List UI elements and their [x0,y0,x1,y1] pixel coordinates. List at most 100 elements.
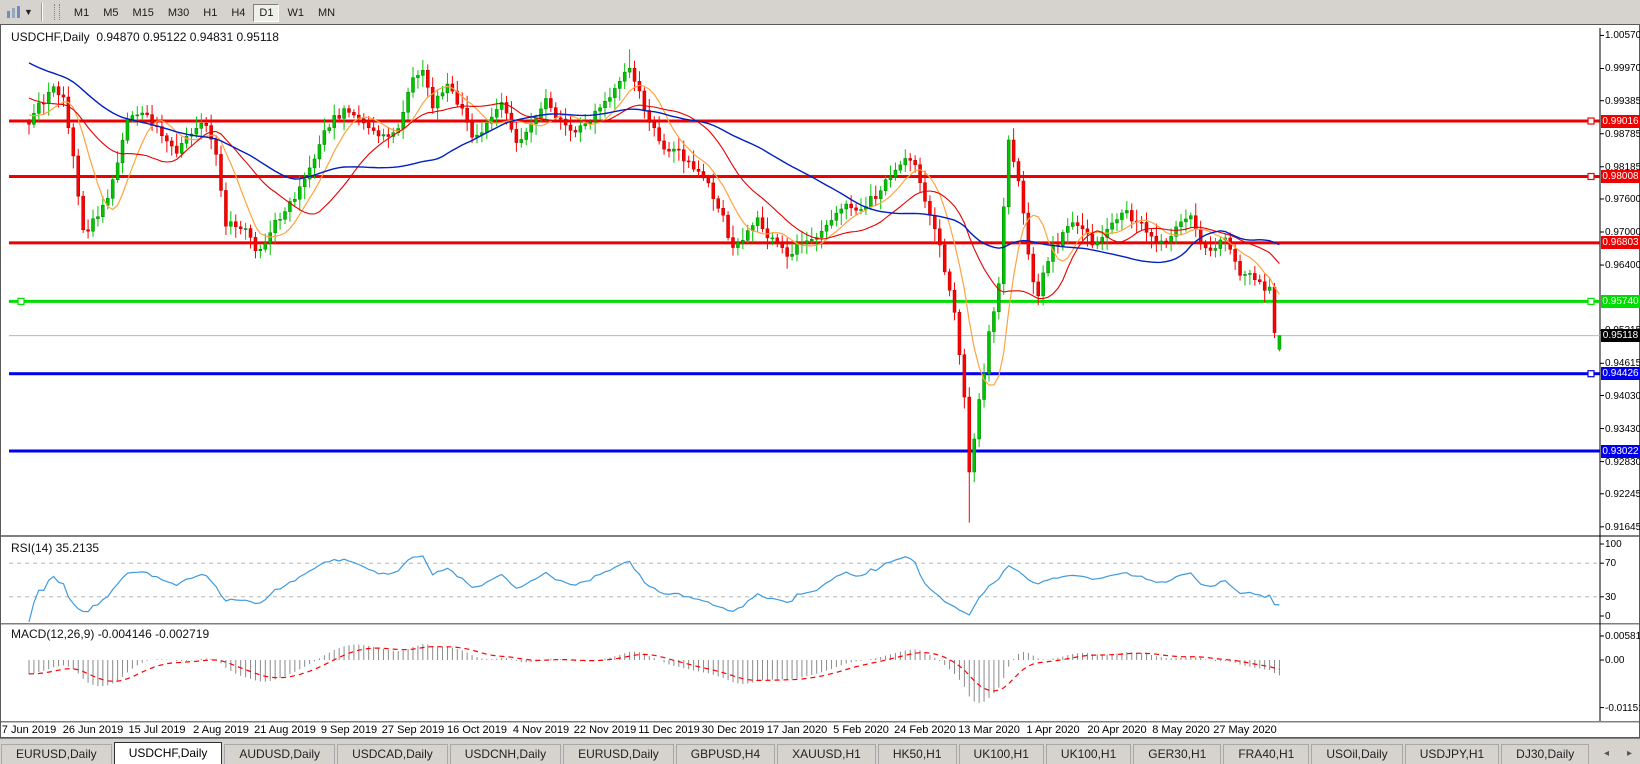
macd-histogram [29,644,1279,703]
chart-tab-fra40-h1[interactable]: FRA40,H1 [1223,744,1309,764]
horizontal-level-lines[interactable] [9,118,1600,452]
rsi-indicator-label: RSI(14) 35.2135 [11,541,99,555]
rsi-scale-label: 70 [1605,558,1640,569]
chart-canvas[interactable] [1,25,1639,737]
date-axis-label: 27 May 2020 [1213,724,1277,736]
line-handle[interactable] [1588,118,1594,124]
rsi-scale-label: 100 [1605,539,1640,550]
tab-scroll-right-icon[interactable]: ▸ [1627,748,1632,759]
date-axis-label: 15 Jul 2019 [129,724,186,736]
price-tick-label: 0.96400 [1605,260,1640,271]
price-tick-label: 0.94030 [1605,391,1640,402]
date-axis-label: 16 Oct 2019 [447,724,507,736]
chart-tab-xauusd-h1[interactable]: XAUUSD,H1 [777,744,876,764]
panel-separator [1,721,1639,723]
chart-window[interactable]: USDCHF,Daily 0.94870 0.95122 0.94831 0.9… [0,24,1640,738]
price-tick-label: 0.98785 [1605,129,1640,140]
price-tick-label: 0.92830 [1605,457,1640,468]
macd-scale-label: 0.005818 [1605,631,1640,642]
date-axis-label: 27 Sep 2019 [382,724,444,736]
timeframe-button-h4[interactable]: H4 [225,4,251,22]
date-axis-label: 11 Dec 2019 [638,724,700,736]
chart-tab-gbpusd-h4[interactable]: GBPUSD,H4 [676,744,775,764]
date-axis-label: 20 Apr 2020 [1087,724,1146,736]
chart-tab-uk100-h1[interactable]: UK100,H1 [959,744,1044,764]
rsi-line [29,556,1279,622]
line-handle[interactable] [18,298,24,304]
chart-type-icon[interactable] [4,3,24,21]
date-axis-label: 4 Nov 2019 [513,724,569,736]
date-axis-label: 7 Jun 2019 [2,724,56,736]
toolbar-grip-handle[interactable] [54,4,60,20]
level-line-0.96803[interactable] [9,241,1600,244]
timeframe-button-w1[interactable]: W1 [281,4,310,22]
macd-scale-label: -0.011514 [1605,703,1640,714]
rsi-scale-label: 0 [1605,611,1640,622]
date-axis-label: 21 Aug 2019 [254,724,316,736]
chart-title: USDCHF,Daily 0.94870 0.95122 0.94831 0.9… [11,30,279,44]
date-axis-label: 30 Dec 2019 [702,724,764,736]
date-axis-label: 5 Feb 2020 [833,724,889,736]
price-tick-label: 0.92245 [1605,489,1640,500]
chevron-down-icon[interactable]: ▼ [24,7,33,17]
timeframe-button-m1[interactable]: M1 [68,4,95,22]
chart-tab-usdchf-daily[interactable]: USDCHF,Daily [114,742,223,764]
chart-tab-ger30-h1[interactable]: GER30,H1 [1133,744,1221,764]
level-line-0.98008[interactable] [9,175,1600,178]
chart-tab-eurusd-daily[interactable]: EURUSD,Daily [563,744,674,764]
line-handle[interactable] [1588,371,1594,377]
price-tick-label: 0.93430 [1605,424,1640,435]
macd-signal-line [29,647,1279,691]
price-tick-label: 0.99970 [1605,63,1640,74]
chart-tab-eurusd-daily[interactable]: EURUSD,Daily [1,744,112,764]
chart-tab-dj30-daily[interactable]: DJ30,Daily [1501,744,1589,764]
level-price-label-0.94426: 0.94426 [1601,367,1640,380]
timeframe-button-m15[interactable]: M15 [126,4,159,22]
chart-type-icon-glyph [6,5,22,19]
chart-tab-usdjpy-h1[interactable]: USDJPY,H1 [1405,744,1499,764]
chart-tab-audusd-daily[interactable]: AUDUSD,Daily [224,744,335,764]
level-price-label-0.93022: 0.93022 [1601,445,1640,458]
macd-scale-label: 0.00 [1605,655,1640,666]
chart-tabs: EURUSD,DailyUSDCHF,DailyAUDUSD,DailyUSDC… [0,742,1590,764]
level-price-label-0.98008: 0.98008 [1601,170,1640,183]
tab-scroll-left-icon[interactable]: ◂ [1604,748,1609,759]
panel-separator[interactable] [1,535,1639,537]
chart-tab-bar: EURUSD,DailyUSDCHF,DailyAUDUSD,DailyUSDC… [0,738,1640,764]
timeframe-button-d1[interactable]: D1 [253,4,279,22]
level-price-label-0.95740: 0.95740 [1601,295,1640,308]
bid-price-label: 0.95118 [1601,329,1640,342]
tab-scroll-controls: ◂ ▸ [1604,742,1632,764]
level-price-label-0.96803: 0.96803 [1601,236,1640,249]
chart-tab-usdcad-daily[interactable]: USDCAD,Daily [337,744,448,764]
toolbar-separator [41,3,43,21]
chart-tab-uk100-h1[interactable]: UK100,H1 [1046,744,1131,764]
timeframe-button-m5[interactable]: M5 [97,4,124,22]
chart-tab-usoil-daily[interactable]: USOil,Daily [1311,744,1402,764]
timeframe-toolbar: ▼ M1M5M15M30H1H4D1W1MN [0,0,1640,25]
panel-separator[interactable] [1,623,1639,625]
timeframe-button-h1[interactable]: H1 [197,4,223,22]
price-tick-label: 0.97600 [1605,194,1640,205]
date-axis-label: 9 Sep 2019 [321,724,377,736]
date-axis-label: 22 Nov 2019 [574,724,636,736]
level-line-0.95740[interactable] [9,300,1600,303]
price-tick-label: 1.00570 [1605,30,1640,41]
date-axis-label: 8 May 2020 [1152,724,1209,736]
line-handle[interactable] [1588,298,1594,304]
rsi-scale-label: 30 [1605,592,1640,603]
price-tick-label: 0.99385 [1605,96,1640,107]
date-axis-label: 2 Aug 2019 [193,724,249,736]
level-line-0.99016[interactable] [9,120,1600,123]
timeframe-button-m30[interactable]: M30 [162,4,195,22]
chart-tab-usdcnh-daily[interactable]: USDCNH,Daily [450,744,561,764]
level-line-0.94426[interactable] [9,372,1600,375]
level-price-label-0.99016: 0.99016 [1601,115,1640,128]
line-handle[interactable] [1588,174,1594,180]
level-line-0.93022[interactable] [9,450,1600,453]
timeframe-button-mn[interactable]: MN [312,4,341,22]
chart-tab-hk50-h1[interactable]: HK50,H1 [878,744,957,764]
date-axis-label: 26 Jun 2019 [63,724,124,736]
date-axis-label: 17 Jan 2020 [767,724,828,736]
date-axis-label: 1 Apr 2020 [1026,724,1079,736]
